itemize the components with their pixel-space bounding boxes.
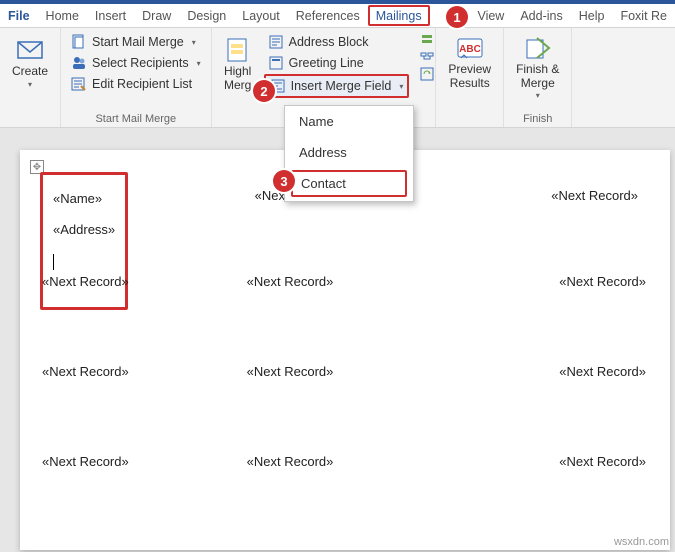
tab-home[interactable]: Home xyxy=(38,4,87,27)
label-cell[interactable]: «Next Record» xyxy=(447,170,652,260)
create-button[interactable]: Create ▾ xyxy=(6,32,54,94)
group-finish: Finish & Merge ▾ Finish xyxy=(504,28,572,127)
next-record-field: «Next Record» xyxy=(42,454,129,469)
greeting-line-icon xyxy=(268,55,284,71)
update-labels-icon[interactable] xyxy=(419,66,435,82)
callout-3: 3 xyxy=(273,170,295,192)
dropdown-item-name[interactable]: Name xyxy=(285,106,413,137)
finish-icon xyxy=(523,36,553,62)
next-record-field: «Next Record» xyxy=(551,188,638,203)
edit-recipient-list-label: Edit Recipient List xyxy=(92,77,192,91)
tab-view[interactable]: View xyxy=(469,4,512,27)
ribbon-tabs: File Home Insert Draw Design Layout Refe… xyxy=(0,4,675,28)
select-recipients-button[interactable]: Select Recipients ▾ xyxy=(67,53,205,73)
callout-1: 1 xyxy=(446,6,468,28)
envelope-icon xyxy=(16,36,44,64)
finish-label-2: Merge xyxy=(521,76,555,90)
address-block-button[interactable]: Address Block xyxy=(264,32,410,52)
next-record-field: «Next Record» xyxy=(247,274,334,289)
chevron-down-icon: ▾ xyxy=(197,59,201,68)
tab-addins[interactable]: Add-ins xyxy=(512,4,570,27)
labels-grid: «Name» «Address» «Next Record» «Next Rec… xyxy=(38,170,652,530)
dropdown-item-address[interactable]: Address xyxy=(285,137,413,168)
next-record-field: «Next Record» xyxy=(559,274,646,289)
insert-merge-field-label: Insert Merge Field xyxy=(291,79,392,93)
tab-help[interactable]: Help xyxy=(571,4,613,27)
label-cell[interactable]: «Next Record» xyxy=(38,350,243,440)
label-cell[interactable]: «Next Record» xyxy=(243,350,448,440)
rules-icon[interactable] xyxy=(419,32,435,48)
tab-mailings[interactable]: Mailings xyxy=(368,5,430,26)
next-record-field: «Next Record» xyxy=(42,364,129,379)
group-create-label xyxy=(6,123,54,125)
chevron-down-icon: ▾ xyxy=(399,82,403,91)
label-cell[interactable]: «Next Record» xyxy=(38,260,243,350)
preview-label-2: Results xyxy=(450,76,490,90)
tab-insert[interactable]: Insert xyxy=(87,4,134,27)
insert-merge-field-dropdown: Name Address Contact xyxy=(284,105,414,202)
tab-design[interactable]: Design xyxy=(179,4,234,27)
preview-label-1: Preview xyxy=(448,62,491,76)
label-cell[interactable]: «Name» «Address» xyxy=(38,170,243,260)
people-icon xyxy=(71,55,87,71)
highlight-label-1: Highl xyxy=(224,64,251,78)
highlight-icon xyxy=(224,36,252,64)
highlight-label-2: Merg xyxy=(224,78,251,92)
next-record-field: «Next Record» xyxy=(559,454,646,469)
chevron-down-icon: ▾ xyxy=(192,38,196,47)
address-block-label: Address Block xyxy=(289,35,369,49)
group-create: Create ▾ xyxy=(0,28,61,127)
group-preview: ABC Preview Results xyxy=(435,28,504,127)
start-mail-merge-label: Start Mail Merge xyxy=(92,35,184,49)
edit-recipient-list-button[interactable]: Edit Recipient List xyxy=(67,74,205,94)
create-label: Create xyxy=(12,64,48,78)
address-block-icon xyxy=(268,34,284,50)
tab-layout[interactable]: Layout xyxy=(234,4,288,27)
group-start-mail-merge: Start Mail Merge ▾ Select Recipients ▾ E… xyxy=(61,28,212,127)
list-edit-icon xyxy=(71,76,87,92)
preview-results-button[interactable]: ABC Preview Results xyxy=(442,32,497,95)
next-record-field: «Next Record» xyxy=(42,274,129,289)
label-cell[interactable]: «Next Record» xyxy=(243,260,448,350)
merge-field-address: «Address» xyxy=(53,214,115,245)
merge-field-name: «Name» xyxy=(53,183,115,214)
label-cell[interactable]: «Next Record» xyxy=(447,260,652,350)
callout-2: 2 xyxy=(253,80,275,102)
chevron-down-icon: ▾ xyxy=(28,80,32,90)
greeting-line-button[interactable]: Greeting Line xyxy=(264,53,410,73)
start-mail-merge-button[interactable]: Start Mail Merge ▾ xyxy=(67,32,205,52)
label-cell[interactable]: «Next Record» xyxy=(38,440,243,530)
select-recipients-label: Select Recipients xyxy=(92,56,189,70)
highlight-merge-fields-button[interactable]: Highl Merg xyxy=(218,32,258,97)
svg-text:ABC: ABC xyxy=(459,44,481,55)
next-record-field: «Next Record» xyxy=(559,364,646,379)
tab-foxit[interactable]: Foxit Re xyxy=(612,4,675,27)
page[interactable]: ✥ «Name» «Address» «Next Record» «Next R… xyxy=(20,150,670,550)
finish-merge-button[interactable]: Finish & Merge ▾ xyxy=(510,32,565,104)
match-fields-icon[interactable] xyxy=(419,49,435,65)
group-start-label: Start Mail Merge xyxy=(67,111,205,125)
group-preview-label xyxy=(442,123,497,125)
next-record-field: «Next Record» xyxy=(247,364,334,379)
insert-merge-field-button[interactable]: Insert Merge Field ▾ xyxy=(264,74,410,98)
greeting-line-label: Greeting Line xyxy=(289,56,364,70)
finish-label-1: Finish & xyxy=(516,62,559,76)
watermark: wsxdn.com xyxy=(614,536,669,548)
tab-references[interactable]: References xyxy=(288,4,368,27)
dropdown-item-contact[interactable]: Contact xyxy=(291,170,407,197)
tab-file[interactable]: File xyxy=(0,4,38,27)
label-cell[interactable]: «Next Record» xyxy=(447,350,652,440)
label-cell[interactable]: «Next Record» xyxy=(447,440,652,530)
tab-draw[interactable]: Draw xyxy=(134,4,179,27)
next-record-field: «Next Record» xyxy=(247,454,334,469)
group-finish-label: Finish xyxy=(510,111,565,125)
label-cell[interactable]: «Next Record» xyxy=(243,440,448,530)
doc-icon xyxy=(71,34,87,50)
chevron-down-icon: ▾ xyxy=(536,91,540,101)
preview-icon: ABC xyxy=(455,36,485,62)
